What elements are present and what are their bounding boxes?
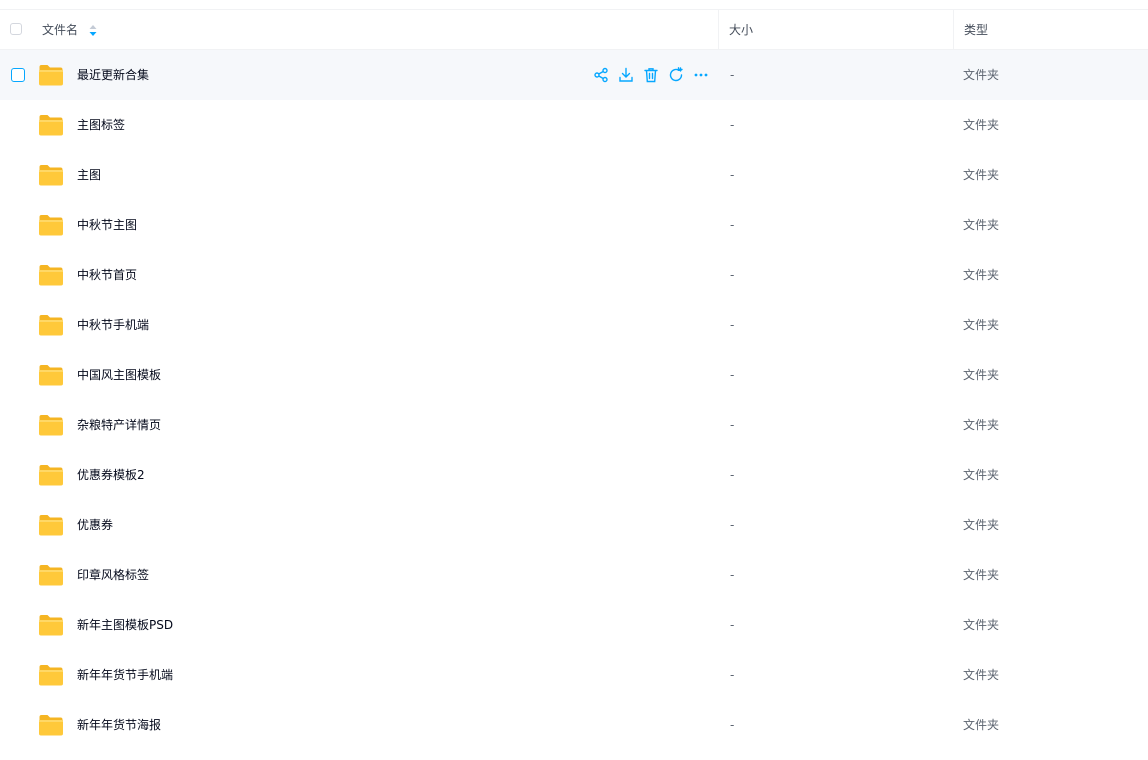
file-name[interactable]: 最近更新合集 xyxy=(77,50,149,100)
folder-icon xyxy=(39,565,63,586)
size-column-header[interactable]: 大小 xyxy=(718,10,753,50)
file-size: - xyxy=(730,218,735,232)
file-row[interactable]: 杂粮特产详情页 - 文件夹 xyxy=(0,400,1148,450)
file-size: - xyxy=(730,118,735,132)
file-size: - xyxy=(730,168,735,182)
refresh-icon[interactable] xyxy=(667,66,685,84)
folder-icon xyxy=(39,65,63,86)
folder-icon xyxy=(39,165,63,186)
file-row[interactable]: 优惠券模板2 - 文件夹 xyxy=(0,450,1148,500)
folder-icon xyxy=(39,665,63,686)
file-type: 文件夹 xyxy=(963,168,1000,182)
file-type: 文件夹 xyxy=(963,118,1000,132)
folder-icon xyxy=(39,265,63,286)
folder-icon xyxy=(39,115,63,136)
file-row[interactable]: 最近更新合集 - 文件夹 xyxy=(0,50,1148,100)
folder-icon xyxy=(39,415,63,436)
file-size: - xyxy=(730,518,735,532)
file-row[interactable]: 中国风主图模板 - 文件夹 xyxy=(0,350,1148,400)
file-size: - xyxy=(730,568,735,582)
file-name[interactable]: 中秋节手机端 xyxy=(77,300,149,350)
file-type: 文件夹 xyxy=(963,368,1000,382)
file-size: - xyxy=(730,668,735,682)
file-name[interactable]: 印章风格标签 xyxy=(77,550,149,600)
folder-icon xyxy=(39,365,63,386)
file-name[interactable]: 中秋节主图 xyxy=(77,200,137,250)
folder-icon xyxy=(39,465,63,486)
file-name[interactable]: 中国风主图模板 xyxy=(77,350,161,400)
sort-icon[interactable] xyxy=(89,25,97,36)
file-list-header: 文件名 大小 类型 xyxy=(0,10,1148,50)
file-name[interactable]: 中秋节首页 xyxy=(77,250,137,300)
file-type: 文件夹 xyxy=(963,668,1000,682)
file-type: 文件夹 xyxy=(963,268,1000,282)
file-size: - xyxy=(730,68,735,82)
file-row[interactable]: 新年年货节手机端 - 文件夹 xyxy=(0,650,1148,700)
file-type: 文件夹 xyxy=(963,568,1000,582)
file-name[interactable]: 主图标签 xyxy=(77,100,125,150)
file-type: 文件夹 xyxy=(963,218,1000,232)
delete-icon[interactable] xyxy=(642,66,660,84)
file-type: 文件夹 xyxy=(963,518,1000,532)
file-size: - xyxy=(730,268,735,282)
folder-icon xyxy=(39,315,63,336)
file-type: 文件夹 xyxy=(963,718,1000,732)
file-type: 文件夹 xyxy=(963,468,1000,482)
file-row[interactable]: 中秋节手机端 - 文件夹 xyxy=(0,300,1148,350)
file-size: - xyxy=(730,618,735,632)
file-size: - xyxy=(730,718,735,732)
download-icon[interactable] xyxy=(617,66,635,84)
more-icon[interactable] xyxy=(692,66,710,84)
folder-icon xyxy=(39,615,63,636)
file-row[interactable]: 中秋节首页 - 文件夹 xyxy=(0,250,1148,300)
file-name[interactable]: 优惠券 xyxy=(77,500,113,550)
file-size: - xyxy=(730,418,735,432)
share-icon[interactable] xyxy=(592,66,610,84)
file-name[interactable]: 新年主图模板PSD xyxy=(77,600,173,650)
file-size: - xyxy=(730,368,735,382)
file-row[interactable]: 新年主图模板PSD - 文件夹 xyxy=(0,600,1148,650)
file-type: 文件夹 xyxy=(963,68,1000,82)
folder-icon xyxy=(39,215,63,236)
file-type: 文件夹 xyxy=(963,618,1000,632)
file-size: - xyxy=(730,318,735,332)
file-row[interactable]: 印章风格标签 - 文件夹 xyxy=(0,550,1148,600)
file-type: 文件夹 xyxy=(963,318,1000,332)
file-name[interactable]: 新年年货节海报 xyxy=(77,700,161,750)
file-size: - xyxy=(730,468,735,482)
name-column-header[interactable]: 文件名 xyxy=(42,10,78,50)
file-row[interactable]: 主图标签 - 文件夹 xyxy=(0,100,1148,150)
file-name[interactable]: 杂粮特产详情页 xyxy=(77,400,161,450)
folder-icon xyxy=(39,515,63,536)
file-name[interactable]: 新年年货节手机端 xyxy=(77,650,173,700)
file-row[interactable]: 优惠券 - 文件夹 xyxy=(0,500,1148,550)
file-row[interactable]: 中秋节主图 - 文件夹 xyxy=(0,200,1148,250)
row-checkbox[interactable] xyxy=(11,68,25,82)
file-type: 文件夹 xyxy=(963,418,1000,432)
file-name[interactable]: 优惠券模板2 xyxy=(77,450,145,500)
file-row[interactable]: 新年年货节海报 - 文件夹 xyxy=(0,700,1148,750)
select-all-checkbox[interactable] xyxy=(10,23,22,35)
file-name[interactable]: 主图 xyxy=(77,150,101,200)
file-row[interactable]: 主图 - 文件夹 xyxy=(0,150,1148,200)
folder-icon xyxy=(39,715,63,736)
type-column-header[interactable]: 类型 xyxy=(953,10,988,50)
